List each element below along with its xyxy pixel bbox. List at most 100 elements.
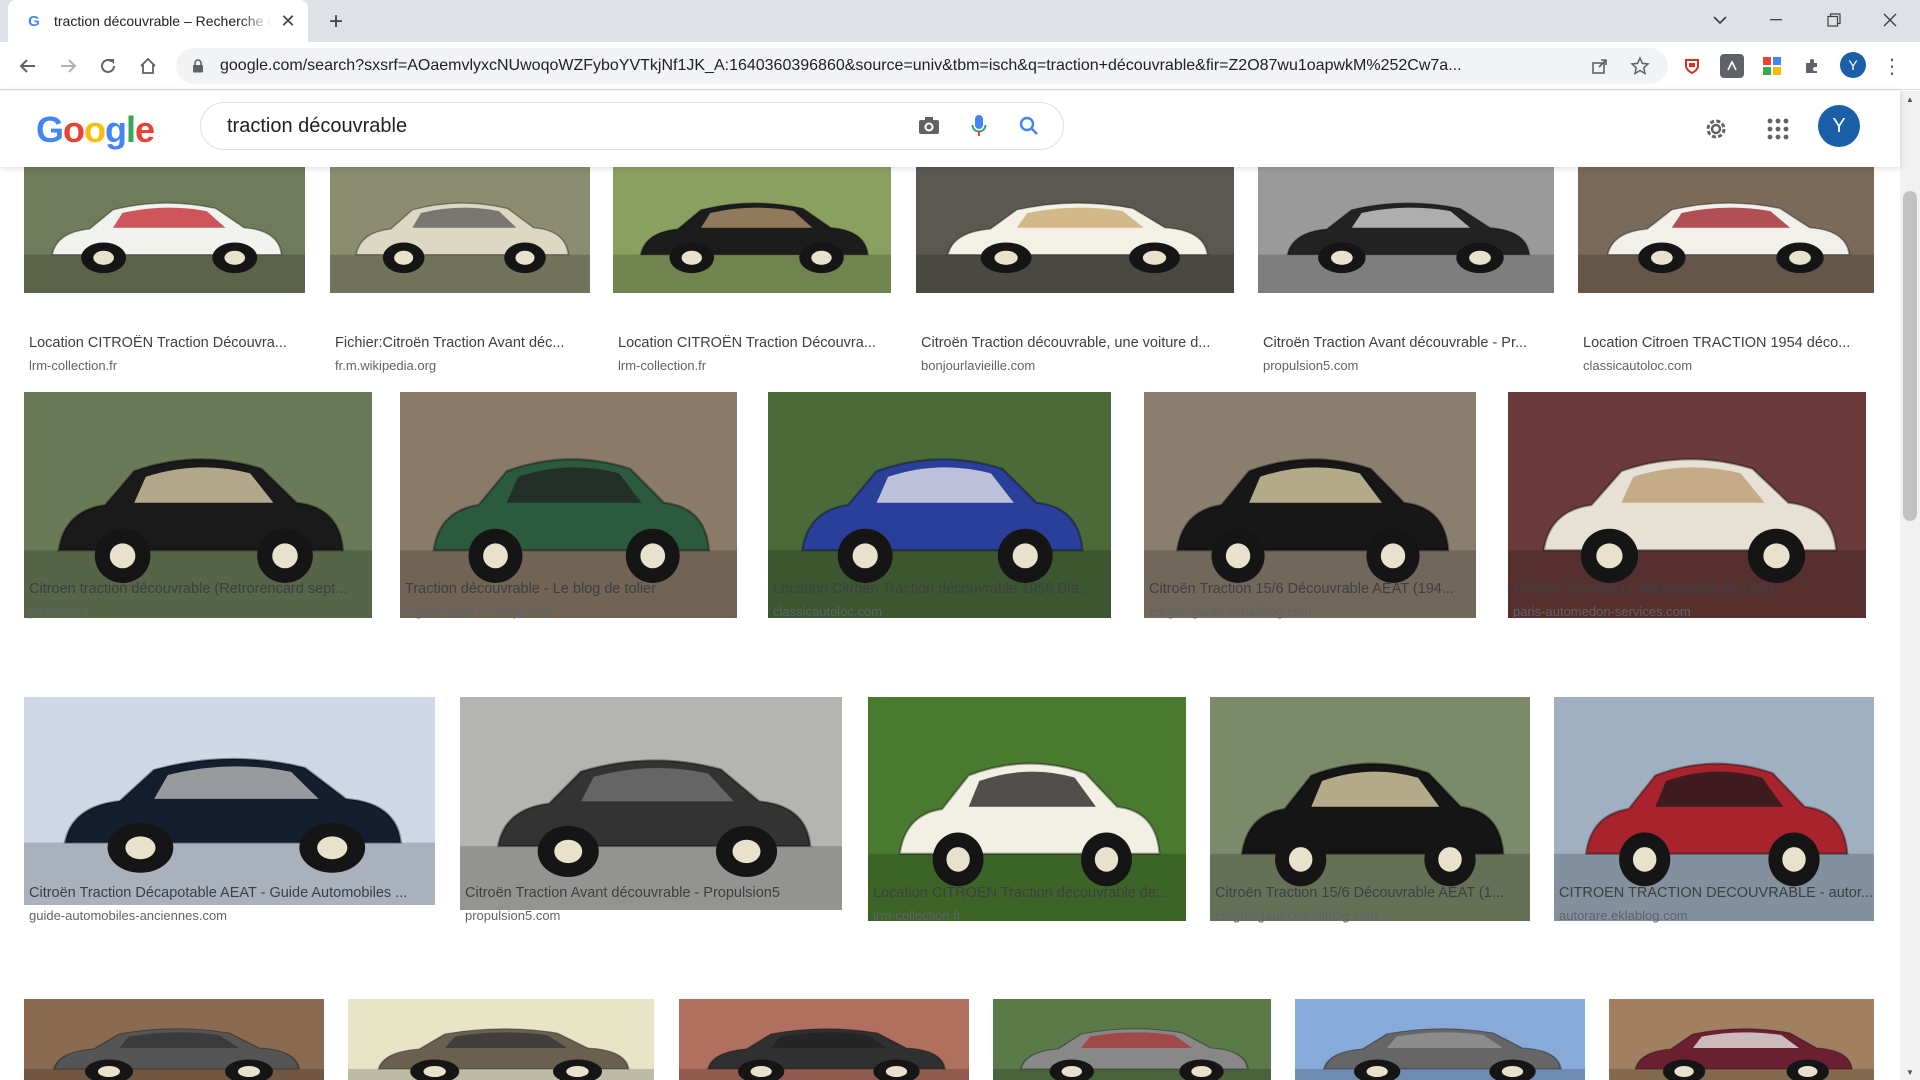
result-domain[interactable]: zorgblogauto.canalblog.com bbox=[1215, 908, 1530, 923]
extensions-puzzle-icon[interactable] bbox=[1800, 54, 1824, 78]
result-title[interactable]: Citroën Traction 11 découvrable de 1950 bbox=[1513, 581, 1866, 597]
camera-search-icon[interactable] bbox=[909, 106, 949, 146]
result-thumbnail[interactable] bbox=[460, 697, 842, 910]
new-tab-button[interactable]: + bbox=[322, 8, 350, 36]
result-thumbnail[interactable] bbox=[1295, 999, 1585, 1080]
address-bar[interactable]: google.com/search?sxsrf=AOaemvlyxcNUwoqo… bbox=[176, 48, 1668, 84]
extension-color-grid-icon[interactable] bbox=[1760, 54, 1784, 78]
result-title[interactable]: Citroën Traction Avant découvrable - Pro… bbox=[465, 885, 842, 901]
result-thumbnail[interactable] bbox=[24, 999, 324, 1080]
image-result-card[interactable] bbox=[1609, 999, 1874, 1080]
image-result-card[interactable] bbox=[1295, 999, 1585, 1080]
result-title[interactable]: Fichier:Citroën Traction Avant déc... bbox=[335, 335, 590, 351]
settings-gear-icon[interactable] bbox=[1698, 111, 1734, 147]
close-tab-icon[interactable]: ✕ bbox=[278, 11, 298, 31]
extension-pdf-icon[interactable] bbox=[1720, 54, 1744, 78]
bookmark-star-icon[interactable] bbox=[1626, 52, 1654, 80]
result-title[interactable]: Location Citroen TRACTION 1954 déco... bbox=[1583, 335, 1874, 351]
tab-google-search[interactable]: G traction découvrable – Recherche Googl… bbox=[8, 0, 308, 42]
result-thumbnail[interactable] bbox=[24, 697, 435, 905]
minimize-button[interactable] bbox=[1750, 0, 1802, 40]
reload-button[interactable] bbox=[94, 52, 122, 80]
result-thumbnail[interactable] bbox=[679, 999, 969, 1080]
image-result-card[interactable]: Fichier:Citroën Traction Avant déc... fr.… bbox=[330, 167, 590, 378]
microphone-icon[interactable] bbox=[959, 106, 999, 146]
image-result-card[interactable] bbox=[679, 999, 969, 1080]
image-result-card[interactable]: Citroën Traction Avant découvrable - Pr.… bbox=[1258, 167, 1554, 378]
result-thumbnail[interactable] bbox=[24, 167, 305, 293]
result-title[interactable]: Citroën Traction Avant découvrable - Pr.… bbox=[1263, 335, 1554, 351]
image-result-card[interactable]: Location CITROËN Traction Découvra... lrm… bbox=[24, 167, 305, 378]
result-domain[interactable]: propulsion5.com bbox=[1263, 358, 1554, 373]
result-title[interactable]: Citroën Traction 15/6 Découvrable AEAT (… bbox=[1215, 885, 1530, 901]
result-domain[interactable]: lrm-collection.fr bbox=[29, 358, 305, 373]
restore-button[interactable] bbox=[1808, 0, 1860, 40]
google-account-avatar[interactable]: Y bbox=[1818, 105, 1860, 147]
result-thumbnail[interactable] bbox=[348, 999, 654, 1080]
result-title[interactable]: Location CITROËN Traction Découvra... bbox=[618, 335, 891, 351]
image-result-card[interactable]: Location CITROËN Traction Découvra... lrm… bbox=[613, 167, 891, 378]
result-domain[interactable]: zorgblogauto.canalblog.com bbox=[1149, 604, 1476, 619]
extension-shield-icon[interactable] bbox=[1680, 54, 1704, 78]
result-title[interactable]: Traction découvrable - Le blog de tolier bbox=[405, 581, 737, 597]
image-result-card[interactable] bbox=[24, 999, 324, 1080]
result-title[interactable]: Location CITROËN Traction découvrable de… bbox=[873, 885, 1186, 901]
image-result-card[interactable]: Location Citroen TRACTION 1954 déco... cl… bbox=[1578, 167, 1874, 378]
result-domain[interactable]: autorare.eklablog.com bbox=[1559, 908, 1874, 923]
apps-grid-icon[interactable] bbox=[1760, 111, 1796, 147]
image-result-card[interactable] bbox=[993, 999, 1271, 1080]
image-result-card[interactable]: Traction découvrable - Le blog de tolier… bbox=[400, 392, 737, 624]
image-result-card[interactable]: Citroën Traction 15/6 Découvrable AEAT (… bbox=[1144, 392, 1476, 624]
result-title[interactable]: Citroen traction découvrable (Retrorenca… bbox=[29, 581, 372, 597]
image-result-card[interactable]: CITROEN TRACTION DECOUVRABLE - autor... a… bbox=[1554, 697, 1874, 928]
browser-profile-avatar[interactable]: Y bbox=[1840, 52, 1866, 78]
back-button[interactable] bbox=[14, 52, 42, 80]
image-result-card[interactable]: Citroën Traction 15/6 Découvrable AEAT (… bbox=[1210, 697, 1530, 928]
result-domain[interactable]: bonjourlavieille.com bbox=[921, 358, 1234, 373]
result-domain[interactable]: legend-auto-concept.com bbox=[405, 604, 737, 619]
forward-button[interactable] bbox=[54, 52, 82, 80]
search-icon[interactable] bbox=[1009, 106, 1049, 146]
result-title[interactable]: CITROEN TRACTION DECOUVRABLE - autor... bbox=[1559, 885, 1874, 901]
result-domain[interactable]: pinterest.fr bbox=[29, 604, 372, 619]
page-scrollbar[interactable]: ▲ ▼ bbox=[1900, 91, 1920, 1080]
result-title[interactable]: Citroën Traction découvrable, une voitur… bbox=[921, 335, 1234, 351]
result-title[interactable]: Citroën Traction Décapotable AEAT - Guid… bbox=[29, 885, 435, 901]
scroll-up-arrow-icon[interactable]: ▲ bbox=[1900, 91, 1920, 107]
result-title[interactable]: Location CITROËN Traction Découvra... bbox=[29, 335, 305, 351]
result-thumbnail[interactable] bbox=[613, 167, 891, 293]
image-result-card[interactable]: Citroën Traction découvrable, une voitur… bbox=[916, 167, 1234, 378]
tab-search-chevron-icon[interactable] bbox=[1694, 0, 1746, 40]
scroll-down-arrow-icon[interactable]: ▼ bbox=[1900, 1064, 1920, 1080]
result-thumbnail[interactable] bbox=[330, 167, 590, 293]
browser-menu-icon[interactable]: ⋮ bbox=[1880, 54, 1904, 78]
image-result-card[interactable]: Citroen traction découvrable (Retrorenca… bbox=[24, 392, 372, 624]
result-domain[interactable]: classicautoloc.com bbox=[773, 604, 1111, 619]
url-text[interactable]: google.com/search?sxsrf=AOaemvlyxcNUwoqo… bbox=[220, 57, 1574, 75]
home-button[interactable] bbox=[134, 52, 162, 80]
image-result-card[interactable]: Location Citroën Traction découvrable 19… bbox=[768, 392, 1111, 624]
image-result-card[interactable]: Citroën Traction 11 découvrable de 1950 p… bbox=[1508, 392, 1866, 624]
result-domain[interactable]: paris-automedon-services.com bbox=[1513, 604, 1866, 619]
result-title[interactable]: Citroën Traction 15/6 Découvrable AEAT (… bbox=[1149, 581, 1476, 597]
image-result-card[interactable] bbox=[348, 999, 654, 1080]
google-logo[interactable]: Google bbox=[36, 109, 155, 151]
result-thumbnail[interactable] bbox=[916, 167, 1234, 293]
share-icon[interactable] bbox=[1586, 52, 1614, 80]
image-result-card[interactable]: Location CITROËN Traction découvrable de… bbox=[868, 697, 1186, 928]
result-domain[interactable]: fr.m.wikipedia.org bbox=[335, 358, 590, 373]
result-thumbnail[interactable] bbox=[1578, 167, 1874, 293]
search-input[interactable] bbox=[227, 114, 899, 138]
result-domain[interactable]: lrm-collection.fr bbox=[618, 358, 891, 373]
result-thumbnail[interactable] bbox=[1609, 999, 1874, 1080]
result-title[interactable]: Location Citroën Traction découvrable 19… bbox=[773, 581, 1111, 597]
result-domain[interactable]: lrm-collection.fr bbox=[873, 908, 1186, 923]
close-window-button[interactable] bbox=[1864, 0, 1916, 40]
result-domain[interactable]: guide-automobiles-anciennes.com bbox=[29, 908, 435, 923]
image-result-card[interactable]: Citroën Traction Avant découvrable - Pro… bbox=[460, 697, 842, 928]
image-result-card[interactable]: Citroën Traction Décapotable AEAT - Guid… bbox=[24, 697, 435, 928]
result-thumbnail[interactable] bbox=[993, 999, 1271, 1080]
scrollbar-thumb[interactable] bbox=[1903, 191, 1917, 521]
result-domain[interactable]: classicautoloc.com bbox=[1583, 358, 1874, 373]
result-thumbnail[interactable] bbox=[1258, 167, 1554, 293]
